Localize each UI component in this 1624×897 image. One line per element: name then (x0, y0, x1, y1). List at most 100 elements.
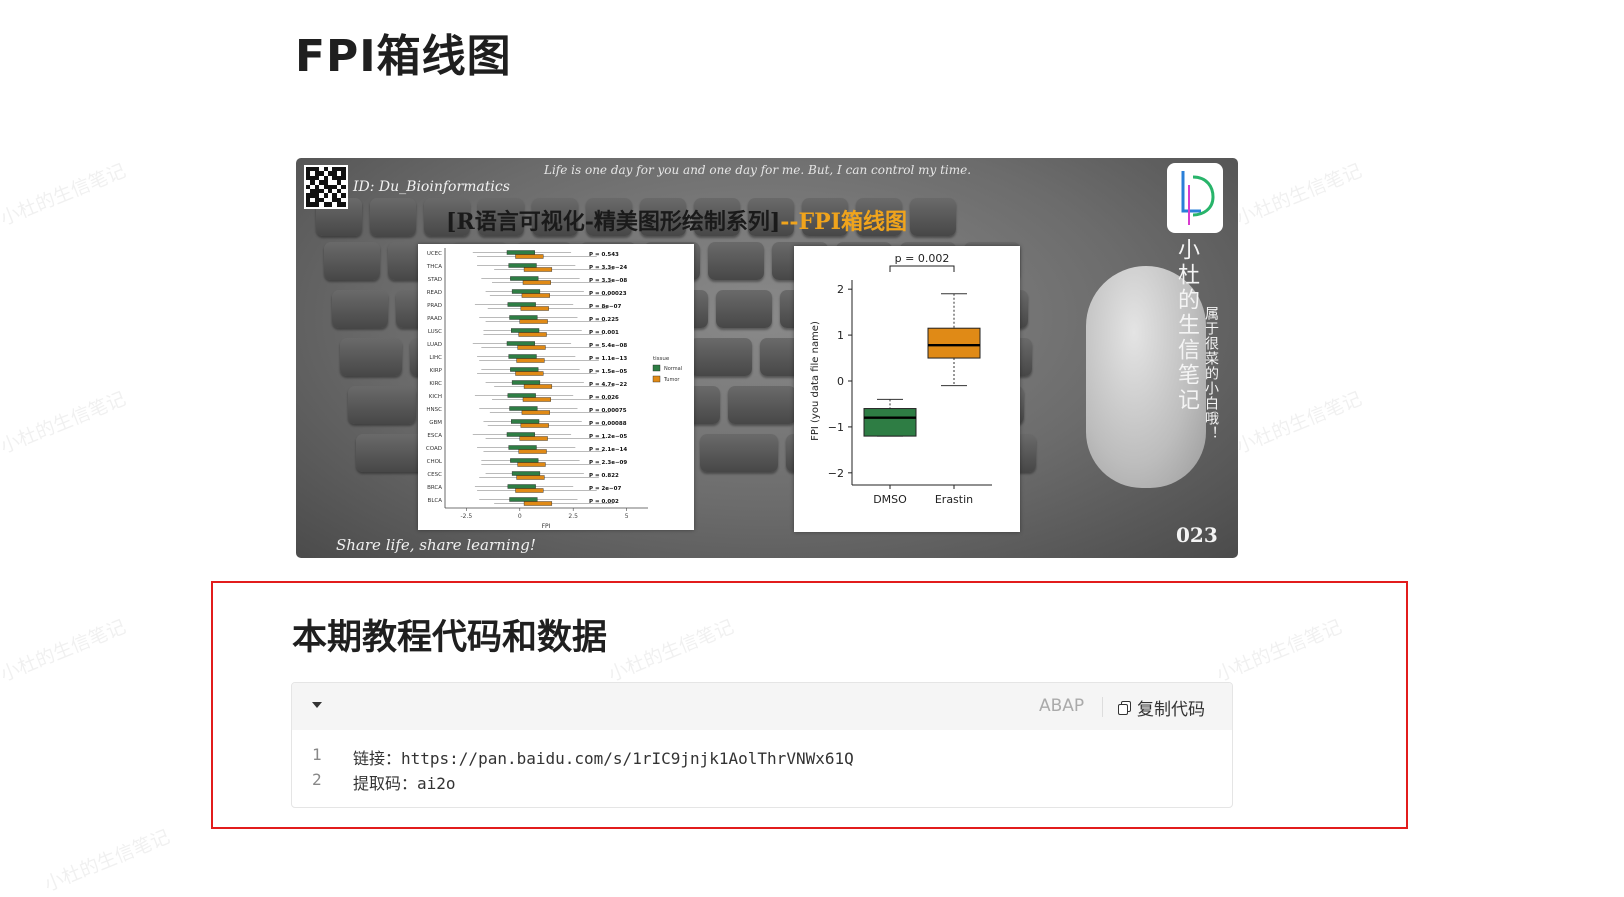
y-axis-label: FPI (you data file name) (810, 321, 821, 441)
p-value-label: P = 8e−07 (589, 304, 621, 310)
category-label: BRCA (427, 485, 442, 491)
keyboard-key (340, 338, 402, 376)
box-tumor (522, 280, 551, 285)
box-tumor (515, 488, 544, 493)
box-tumor (516, 475, 545, 480)
category-label: READ (427, 290, 442, 296)
copy-icon (1118, 700, 1131, 715)
category-label: BLCA (428, 498, 443, 504)
keyboard-key (700, 434, 778, 472)
p-value-label: P = 2.3e−09 (589, 460, 627, 466)
p-value-label: P = 0.822 (589, 473, 619, 479)
keyboard-key (690, 338, 752, 376)
p-value-label: P = 5.4e−08 (589, 343, 627, 349)
p-value-label: P = 0.225 (589, 317, 619, 323)
logo (1167, 163, 1223, 233)
category-label: KICH (429, 394, 442, 400)
keyboard-key (716, 290, 772, 328)
copy-code-button[interactable]: 复制代码 (1118, 695, 1205, 720)
box-normal (509, 497, 538, 502)
box-tumor (518, 332, 547, 337)
box-tumor (517, 462, 546, 467)
qr-code (304, 165, 348, 209)
code-line-text[interactable]: 链接：https://pan.baidu.com/s/1rIC9jnjk1Aol… (353, 745, 854, 769)
box-normal (506, 250, 535, 255)
p-value-label: P = 0.543 (589, 252, 619, 258)
box-normal (511, 289, 541, 294)
box-dmso (863, 408, 917, 437)
p-value-label: P = 2e−07 (589, 486, 621, 492)
box-tumor (523, 384, 553, 389)
qr-module (314, 202, 320, 207)
p-value-label: P = 2.1e−14 (589, 447, 627, 453)
x-tick-label: 0 (518, 513, 522, 520)
chart-dmso-vs-erastin: 2 1 0 −1 −2 FPI (you data file name) DMSO Erast… (794, 246, 1020, 532)
code-language-label: ABAP (1039, 696, 1085, 716)
significance-label: p = 0.002 (895, 252, 950, 265)
watermark: 小杜的生信笔记 (1233, 387, 1365, 459)
section-heading: 本期教程代码和数据 (292, 618, 608, 658)
category-label: KIRC (429, 381, 442, 387)
box-tumor (523, 267, 553, 272)
banner-vertical-subtitle: 属于很菜的小白哦！ (1203, 306, 1219, 441)
keyboard-key (348, 386, 416, 424)
category-label: CESC (427, 472, 442, 478)
x-tick-label: 5 (625, 513, 629, 520)
box-normal (507, 484, 536, 489)
keyboard-key (324, 242, 380, 280)
category-label: LUSC (428, 329, 442, 335)
x-tick-label: 2.5 (568, 513, 578, 520)
box-tumor (516, 358, 545, 363)
watermark: 小杜的生信笔记 (41, 825, 173, 897)
legend-swatch (652, 364, 661, 372)
box-normal (511, 380, 541, 385)
banner-vertical-title: 小杜的生信笔记 (1174, 238, 1199, 413)
qr-module (328, 202, 333, 207)
legend-label: Tumor (663, 377, 680, 383)
page-title: FPI箱线图 (295, 31, 512, 82)
category-label: LIHC (429, 355, 442, 361)
box-normal (506, 432, 535, 437)
watermark: 小杜的生信笔记 (1233, 159, 1365, 231)
box-tumor (518, 449, 547, 454)
box-tumor (521, 410, 550, 415)
qr-module (341, 175, 346, 181)
code-block-header: ABAP 复制代码 (292, 683, 1232, 730)
p-value-label: P = 1.2e−05 (589, 434, 627, 440)
banner-motto: Life is one day for you and one day for … (544, 163, 972, 177)
category-label: CHOL (427, 459, 443, 465)
box-tumor (515, 371, 544, 376)
watermark: 小杜的生信笔记 (0, 387, 129, 459)
box-normal (507, 302, 536, 307)
box-normal (509, 406, 538, 411)
legend-swatch (652, 375, 661, 383)
p-value-label: P = 3.3e−24 (589, 265, 627, 271)
p-value-label: P = 3.3e−08 (589, 278, 627, 284)
significance-bracket (889, 265, 955, 272)
box-normal (510, 276, 539, 281)
qr-module (341, 193, 346, 198)
banner-heading-tail: --FPI箱线图 (780, 209, 907, 235)
box-normal (511, 419, 540, 424)
collapse-caret-icon[interactable] (312, 702, 322, 708)
p-value-label: P = 0.00088 (589, 421, 627, 427)
banner-issue-number: 023 (1176, 523, 1218, 547)
y-tick-label: 2 (837, 283, 844, 296)
y-tick-label: −2 (828, 467, 844, 480)
y-tick-label: −1 (828, 421, 844, 434)
code-line-text[interactable]: 提取码：ai2o (353, 770, 456, 794)
p-value-label: P = 0.00023 (589, 291, 627, 297)
box-tumor (515, 254, 544, 259)
x-tick-label: -2.5 (461, 513, 473, 520)
x-tick-label: DMSO (873, 493, 907, 506)
copy-code-label: 复制代码 (1137, 700, 1205, 720)
keyboard-key (910, 198, 956, 236)
category-label: STAD (428, 277, 442, 283)
banner-image: ID: Du_Bioinformatics Life is one day fo… (296, 158, 1238, 558)
legend-title: tissue (653, 356, 670, 362)
keyboard-key (332, 290, 388, 328)
category-label: UCEC (427, 251, 442, 257)
qr-module (341, 202, 346, 207)
y-tick-label: 0 (837, 375, 844, 388)
box-normal (506, 341, 535, 346)
